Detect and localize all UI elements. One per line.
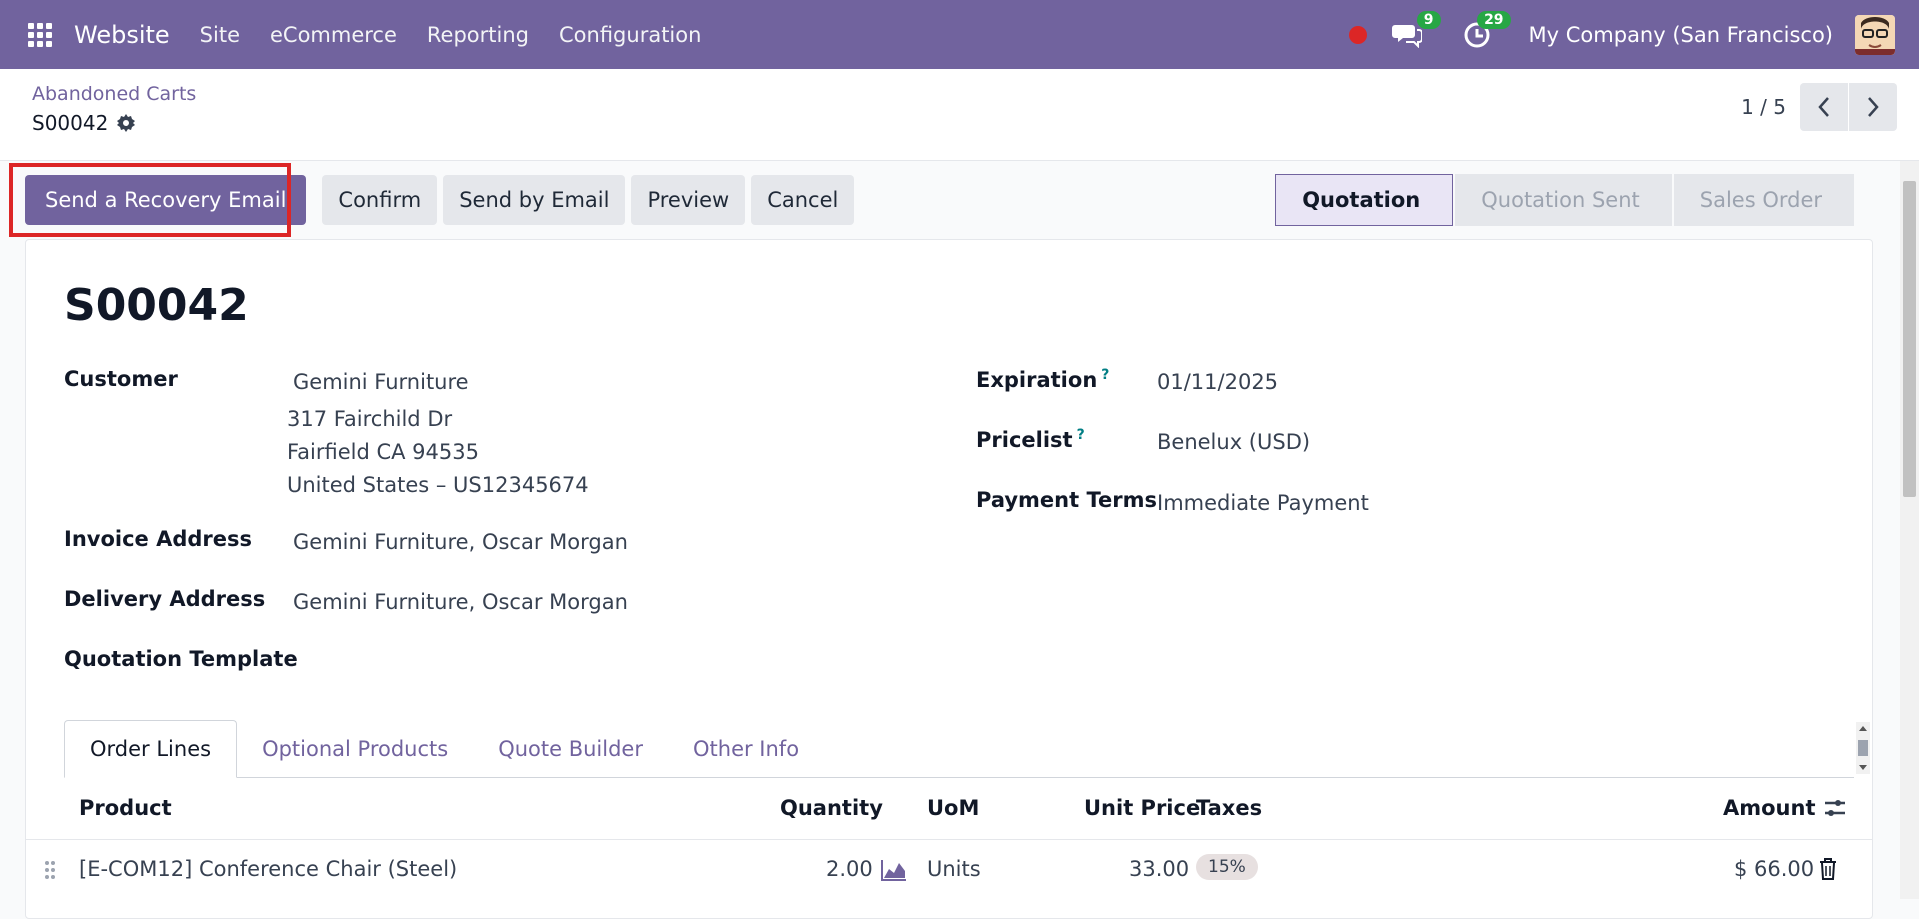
order-lines-header: Product Quantity UoM Unit Price Taxes Am…	[26, 776, 1872, 840]
tab-optional-products[interactable]: Optional Products	[237, 720, 473, 777]
delivery-address-label: Delivery Address	[64, 587, 266, 611]
status-step-quotation[interactable]: Quotation	[1275, 174, 1454, 226]
column-header-uom[interactable]: UoM	[927, 796, 979, 820]
quotation-template-label: Quotation Template	[64, 647, 298, 671]
pager-previous-button[interactable]	[1800, 83, 1848, 131]
help-tooltip-icon[interactable]: ?	[1077, 427, 1085, 443]
column-header-amount[interactable]: Amount	[1723, 796, 1816, 820]
customer-label: Customer	[64, 367, 178, 391]
delivery-address-field[interactable]: Gemini Furniture, Oscar Morgan	[293, 590, 628, 614]
status-bar: Quotation Quotation Sent Sales Order	[1273, 174, 1854, 226]
status-step-sales-order[interactable]: Sales Order	[1673, 174, 1854, 226]
send-by-email-button[interactable]: Send by Email	[443, 175, 626, 225]
expiration-field[interactable]: 01/11/2025	[1157, 370, 1278, 394]
status-step-quotation-sent[interactable]: Quotation Sent	[1455, 174, 1672, 226]
forecast-chart-icon[interactable]	[881, 859, 907, 881]
breadcrumb-abandoned-carts[interactable]: Abandoned Carts	[32, 83, 196, 105]
recording-indicator-icon[interactable]	[1348, 25, 1367, 44]
table-row[interactable]: [E-COM12] Conference Chair (Steel) 2.00 …	[26, 840, 1872, 900]
form-action-bar: Send a Recovery Email Confirm Send by Em…	[0, 161, 1900, 239]
gear-icon[interactable]	[116, 113, 136, 133]
column-header-product[interactable]: Product	[79, 796, 172, 820]
record-name-label: S00042	[32, 111, 109, 135]
payment-terms-label: Payment Terms	[976, 488, 1157, 512]
systray: 9 29 My Company (San Francisco)	[1348, 0, 1895, 69]
menu-reporting[interactable]: Reporting	[427, 23, 529, 47]
pager-value[interactable]: 1 / 5	[1741, 95, 1786, 119]
trash-icon[interactable]	[1819, 858, 1837, 880]
user-avatar[interactable]	[1855, 14, 1895, 55]
tab-other-info[interactable]: Other Info	[668, 720, 824, 777]
send-recovery-email-button[interactable]: Send a Recovery Email	[25, 175, 307, 225]
row-uom[interactable]: Units	[927, 857, 981, 881]
company-switcher[interactable]: My Company (San Francisco)	[1529, 23, 1833, 47]
confirm-button[interactable]: Confirm	[322, 175, 438, 225]
tabs-scrollbar[interactable]	[1856, 722, 1870, 774]
expiration-label: Expiration?	[976, 367, 1109, 392]
form-sheet: S00042 Customer Gemini Furniture 317 Fai…	[25, 239, 1873, 919]
chevron-right-icon	[1868, 97, 1879, 117]
menu-site[interactable]: Site	[200, 23, 240, 47]
row-quantity[interactable]: 2.00	[826, 857, 873, 881]
activities-count-badge: 29	[1477, 10, 1511, 29]
page-scrollbar-thumb[interactable]	[1903, 181, 1916, 497]
app-brand[interactable]: Website	[74, 21, 170, 49]
customer-address-line3: United States – US12345674	[287, 473, 589, 497]
tab-order-lines[interactable]: Order Lines	[64, 720, 238, 778]
tab-quote-builder[interactable]: Quote Builder	[473, 720, 668, 777]
column-header-quantity[interactable]: Quantity	[780, 796, 883, 820]
pricelist-label-text: Pricelist	[976, 428, 1073, 452]
messages-count-badge: 9	[1416, 10, 1441, 29]
preview-button[interactable]: Preview	[631, 175, 746, 225]
record-pager: 1 / 5	[1741, 83, 1897, 131]
row-amount: $ 66.00	[1734, 857, 1815, 881]
page-scrollbar[interactable]	[1900, 161, 1919, 899]
pricelist-field[interactable]: Benelux (USD)	[1157, 430, 1310, 454]
customer-address-line1: 317 Fairchild Dr	[287, 407, 453, 431]
customer-address-line2: Fairfield CA 94535	[287, 440, 479, 464]
invoice-address-label: Invoice Address	[64, 527, 252, 551]
breadcrumb-current-record: S00042	[32, 111, 136, 135]
menu-configuration[interactable]: Configuration	[559, 23, 701, 47]
column-header-taxes[interactable]: Taxes	[1196, 796, 1262, 820]
notebook-tabs: Order Lines Optional Products Quote Buil…	[64, 720, 1854, 778]
row-unit-price[interactable]: 33.00	[1129, 857, 1189, 881]
row-tax-badge[interactable]: 15%	[1196, 854, 1258, 880]
messages-button[interactable]: 9	[1389, 10, 1441, 53]
chevron-left-icon	[1818, 97, 1829, 117]
cancel-button[interactable]: Cancel	[751, 175, 855, 225]
column-header-unit-price[interactable]: Unit Price	[1084, 796, 1200, 820]
optional-columns-icon[interactable]	[1823, 796, 1847, 820]
apps-menu-icon[interactable]	[26, 21, 54, 49]
row-product[interactable]: [E-COM12] Conference Chair (Steel)	[79, 857, 457, 881]
control-panel: Abandoned Carts S00042 1 / 5	[0, 69, 1919, 161]
chat-bubbles-icon	[1391, 24, 1422, 48]
activities-button[interactable]: 29	[1459, 10, 1511, 53]
top-navbar: Website Site eCommerce Reporting Configu…	[0, 0, 1919, 69]
customer-field[interactable]: Gemini Furniture	[293, 370, 469, 394]
pager-next-button[interactable]	[1849, 83, 1897, 131]
pricelist-label: Pricelist?	[976, 427, 1085, 452]
record-title: S00042	[64, 280, 249, 331]
expiration-label-text: Expiration	[976, 368, 1098, 392]
invoice-address-field[interactable]: Gemini Furniture, Oscar Morgan	[293, 530, 628, 554]
payment-terms-field[interactable]: Immediate Payment	[1157, 491, 1369, 515]
menu-ecommerce[interactable]: eCommerce	[270, 23, 397, 47]
help-tooltip-icon[interactable]: ?	[1101, 367, 1109, 383]
drag-handle-icon[interactable]	[44, 860, 56, 880]
